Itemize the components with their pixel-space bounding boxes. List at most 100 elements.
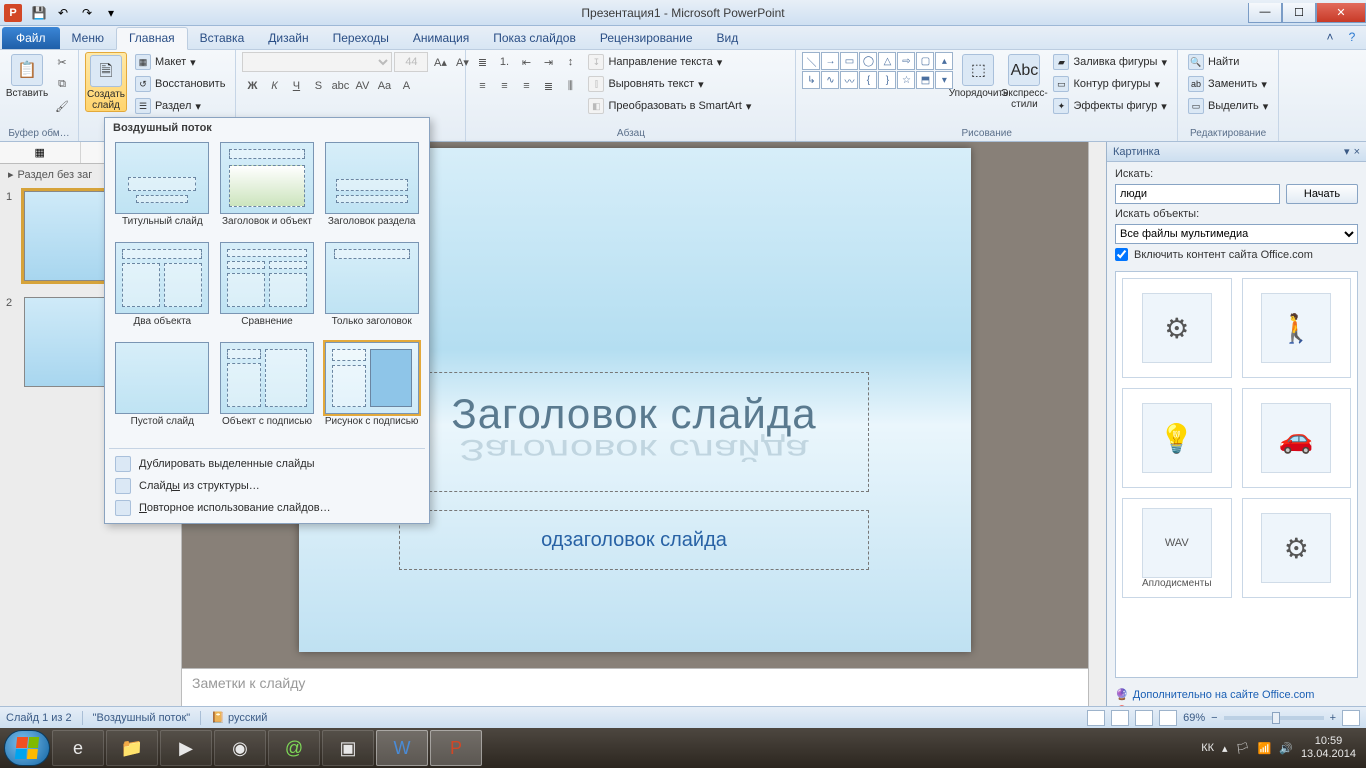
layout-title-slide[interactable]: Титульный слайд — [113, 142, 212, 238]
fit-to-window-icon[interactable] — [1342, 710, 1360, 726]
shape-arrow-icon[interactable]: → — [821, 52, 839, 70]
cut-icon[interactable]: ✂ — [52, 52, 72, 72]
tray-network-icon[interactable]: 📶 — [1258, 742, 1272, 755]
link-more-office[interactable]: 🔮 Дополнительно на сайте Office.com — [1115, 686, 1358, 703]
menu-reuse-slides[interactable]: Повторное использование слайдов… — [109, 497, 425, 519]
title-placeholder[interactable]: Заголовок слайда Заголовок слайда — [399, 372, 869, 492]
search-input[interactable] — [1115, 184, 1280, 204]
font-family-select[interactable] — [242, 52, 392, 72]
view-normal-icon[interactable] — [1087, 710, 1105, 726]
menu-slides-from-outline[interactable]: Слайды из структуры… — [109, 475, 425, 497]
tab-slideshow[interactable]: Показ слайдов — [481, 28, 588, 49]
zoom-out-icon[interactable]: − — [1211, 712, 1217, 724]
taskbar-ie-icon[interactable]: e — [52, 730, 104, 766]
tab-view[interactable]: Вид — [705, 28, 751, 49]
clip-1[interactable]: ⚙ — [1122, 278, 1232, 378]
layout-content-caption[interactable]: Объект с подписью — [218, 342, 317, 438]
shape-ellipse-icon[interactable]: ◯ — [859, 52, 877, 70]
close-button[interactable]: ✕ — [1316, 3, 1366, 23]
zoom-in-icon[interactable]: + — [1330, 712, 1336, 724]
bold-icon[interactable]: Ж — [242, 76, 262, 96]
tab-animation[interactable]: Анимация — [401, 28, 481, 49]
align-left-icon[interactable]: ≡ — [472, 76, 492, 96]
clip-2[interactable]: 🚶 — [1242, 278, 1352, 378]
shape-curve-icon[interactable]: ∿ — [821, 71, 839, 89]
strike-icon[interactable]: S — [308, 76, 328, 96]
columns-icon[interactable]: ⫼ — [560, 76, 580, 96]
include-office-check[interactable]: Включить контент сайта Office.com — [1115, 248, 1358, 261]
align-text-button[interactable]: ⫿Выровнять текст ▾ — [584, 74, 755, 94]
tray-lang[interactable]: КК — [1201, 742, 1214, 754]
shape-callout-icon[interactable]: ⬒ — [916, 71, 934, 89]
shape-brace-icon[interactable]: { — [859, 71, 877, 89]
tab-review[interactable]: Рецензирование — [588, 28, 705, 49]
shape-fill-button[interactable]: ▰Заливка фигуры ▾ — [1049, 52, 1171, 72]
include-office-checkbox[interactable] — [1115, 248, 1128, 261]
layout-comparison[interactable]: Сравнение — [218, 242, 317, 338]
subtitle-placeholder[interactable]: одзаголовок слайда — [399, 510, 869, 570]
clip-results[interactable]: ⚙ 🚶 💡 🚗 WAVАплодисменты ⚙ — [1115, 271, 1358, 678]
reset-button[interactable]: ↺Восстановить — [131, 74, 229, 94]
indent-dec-icon[interactable]: ⇤ — [516, 52, 536, 72]
qat-more-icon[interactable]: ▾ — [100, 3, 122, 23]
new-slide-button[interactable]: 🗎 Создать слайд — [85, 52, 127, 112]
pane-dropdown-icon[interactable]: ▾ — [1344, 145, 1350, 158]
clip-6[interactable]: ⚙ — [1242, 498, 1352, 598]
tab-insert[interactable]: Вставка — [188, 28, 257, 49]
indent-inc-icon[interactable]: ⇥ — [538, 52, 558, 72]
vertical-scrollbar[interactable] — [1088, 142, 1106, 728]
zoom-slider[interactable] — [1224, 716, 1324, 720]
clip-5[interactable]: WAVАплодисменты — [1122, 498, 1232, 598]
undo-icon[interactable]: ↶ — [52, 3, 74, 23]
shadow-icon[interactable]: abc — [330, 76, 350, 96]
spacing-icon[interactable]: AV — [352, 76, 372, 96]
find-button[interactable]: 🔍Найти — [1184, 52, 1272, 72]
select-button[interactable]: ▭Выделить ▾ — [1184, 96, 1272, 116]
numbering-icon[interactable]: 1. — [494, 52, 514, 72]
outline-tab-slides[interactable]: ▦ — [0, 142, 81, 163]
tray-clock[interactable]: 10:59 13.04.2014 — [1301, 735, 1356, 761]
tray-volume-icon[interactable]: 🔊 — [1279, 742, 1293, 755]
view-sorter-icon[interactable] — [1111, 710, 1129, 726]
zoom-handle[interactable] — [1272, 712, 1280, 724]
taskbar-word-icon[interactable]: W — [376, 730, 428, 766]
clip-4[interactable]: 🚗 — [1242, 388, 1352, 488]
layout-blank[interactable]: Пустой слайд — [113, 342, 212, 438]
layout-title-only[interactable]: Только заголовок — [322, 242, 421, 338]
layout-section-header[interactable]: Заголовок раздела — [322, 142, 421, 238]
shape-tri-icon[interactable]: △ — [878, 52, 896, 70]
align-right-icon[interactable]: ≡ — [516, 76, 536, 96]
tab-transitions[interactable]: Переходы — [321, 28, 401, 49]
tray-flag-icon[interactable]: ▴ — [1222, 742, 1228, 755]
layout-two-content[interactable]: Два объекта — [113, 242, 212, 338]
taskbar-app1-icon[interactable]: ▣ — [322, 730, 374, 766]
shape-more-down-icon[interactable]: ▾ — [935, 71, 953, 89]
font-size-input[interactable] — [394, 52, 428, 72]
font-color-icon[interactable]: A — [396, 76, 416, 96]
shape-effects-button[interactable]: ✦Эффекты фигур ▾ — [1049, 96, 1171, 116]
clip-3[interactable]: 💡 — [1122, 388, 1232, 488]
layout-picture-caption[interactable]: Рисунок с подписью — [322, 342, 421, 438]
shape-roundrect-icon[interactable]: ▢ — [916, 52, 934, 70]
line-spacing-icon[interactable]: ↕ — [560, 52, 580, 72]
view-slideshow-icon[interactable] — [1159, 710, 1177, 726]
help-icon[interactable]: ? — [1344, 29, 1360, 45]
taskbar-mail-icon[interactable]: @ — [268, 730, 320, 766]
taskbar-wmp-icon[interactable]: ▶ — [160, 730, 212, 766]
layout-button[interactable]: ▦Макет ▾ — [131, 52, 229, 72]
bullets-icon[interactable]: ≣ — [472, 52, 492, 72]
section-button[interactable]: ☰Раздел ▾ — [131, 96, 229, 116]
tray-action-icon[interactable]: 🏳 — [1236, 742, 1250, 755]
minimize-button[interactable]: — — [1248, 3, 1282, 23]
arrange-button[interactable]: ⬚Упорядочить — [957, 52, 999, 99]
text-direction-button[interactable]: ↧Направление текста ▾ — [584, 52, 755, 72]
copy-icon[interactable]: ⧉ — [52, 74, 72, 94]
align-justify-icon[interactable]: ≣ — [538, 76, 558, 96]
shape-outline-button[interactable]: ▭Контур фигуры ▾ — [1049, 74, 1171, 94]
menu-duplicate-slides[interactable]: Дублировать выделенные слайды — [109, 453, 425, 475]
layout-title-content[interactable]: Заголовок и объект — [218, 142, 317, 238]
underline-icon[interactable]: Ч — [286, 76, 306, 96]
tab-home[interactable]: Главная — [116, 27, 188, 50]
shape-rect-icon[interactable]: ▭ — [840, 52, 858, 70]
status-lang[interactable]: 📔 русский — [211, 711, 267, 724]
